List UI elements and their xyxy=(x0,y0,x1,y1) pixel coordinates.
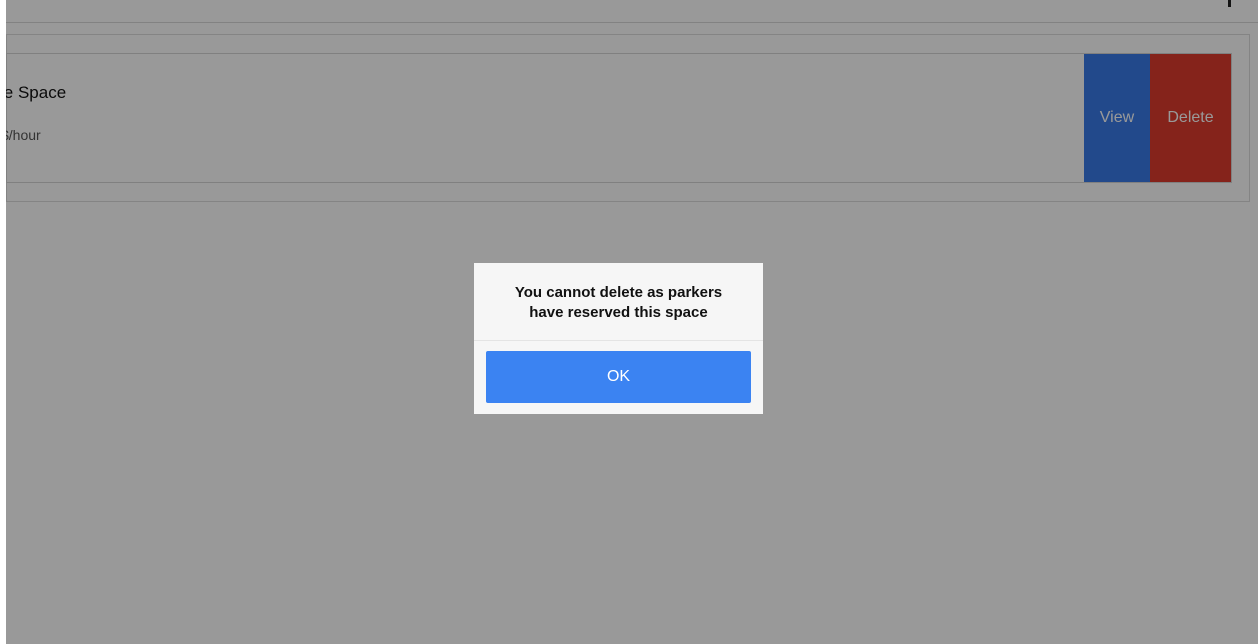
alert-dialog: You cannot delete as parkers have reserv… xyxy=(474,263,763,414)
left-edge xyxy=(0,0,6,644)
dialog-divider xyxy=(474,340,763,341)
dialog-message-line-2: have reserved this space xyxy=(529,304,708,321)
dialog-message-line-1: You cannot delete as parkers xyxy=(514,284,723,301)
ok-button[interactable]: OK xyxy=(486,351,751,403)
dialog-message: You cannot delete as parkers have reserv… xyxy=(474,283,763,323)
parking-spaces-page: le Space $/hour View Delete You cannot d… xyxy=(0,0,1258,644)
